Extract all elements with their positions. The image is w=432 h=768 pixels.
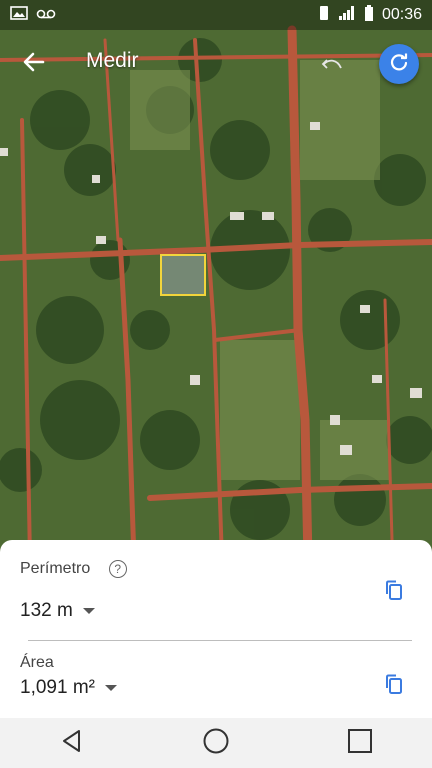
area-value-dropdown[interactable]: 1,091 m² — [20, 677, 117, 699]
copy-icon — [382, 674, 406, 700]
battery-icon — [364, 5, 374, 25]
measured-area-polygon — [160, 254, 206, 296]
perimeter-value: 132 m — [20, 600, 73, 621]
nav-back-button[interactable] — [47, 723, 97, 763]
page-title: Medir — [86, 49, 139, 72]
image-icon — [10, 6, 28, 24]
undo-button[interactable] — [318, 52, 346, 80]
chevron-down-icon — [82, 608, 95, 614]
navigation-bar — [0, 718, 432, 768]
status-time: 00:36 — [381, 6, 422, 23]
refresh-icon — [389, 52, 409, 77]
perimeter-value-dropdown[interactable]: 132 m — [20, 600, 95, 622]
arrow-back-icon — [23, 52, 45, 77]
home-circle-icon — [202, 727, 230, 760]
area-value: 1,091 m² — [20, 677, 95, 698]
measurement-sheet: Perímetro ? 132 m Área 1,091 m² — [0, 540, 432, 718]
back-triangle-icon — [59, 728, 85, 759]
area-label: Área — [20, 654, 54, 671]
nav-recents-button[interactable] — [335, 723, 385, 763]
recents-square-icon — [347, 728, 373, 759]
perimeter-label: Perímetro — [20, 560, 91, 578]
copy-area-button[interactable] — [382, 672, 406, 696]
status-bar: 00:36 — [0, 0, 432, 30]
app-bar: Medir — [0, 30, 432, 96]
copy-icon — [382, 580, 406, 606]
help-icon[interactable]: ? — [108, 560, 127, 578]
voicemail-icon — [36, 7, 56, 24]
undo-icon — [321, 56, 343, 77]
vibrate-icon — [318, 5, 330, 25]
signal-icon — [338, 5, 356, 25]
divider — [28, 640, 412, 641]
back-button[interactable] — [16, 46, 52, 82]
chevron-down-icon — [104, 685, 117, 691]
nav-home-button[interactable] — [191, 723, 241, 763]
perimeter-row: Perímetro ? — [20, 560, 127, 578]
copy-perimeter-button[interactable] — [382, 578, 406, 602]
area-row: Área — [20, 654, 54, 672]
refresh-button[interactable] — [379, 44, 419, 84]
